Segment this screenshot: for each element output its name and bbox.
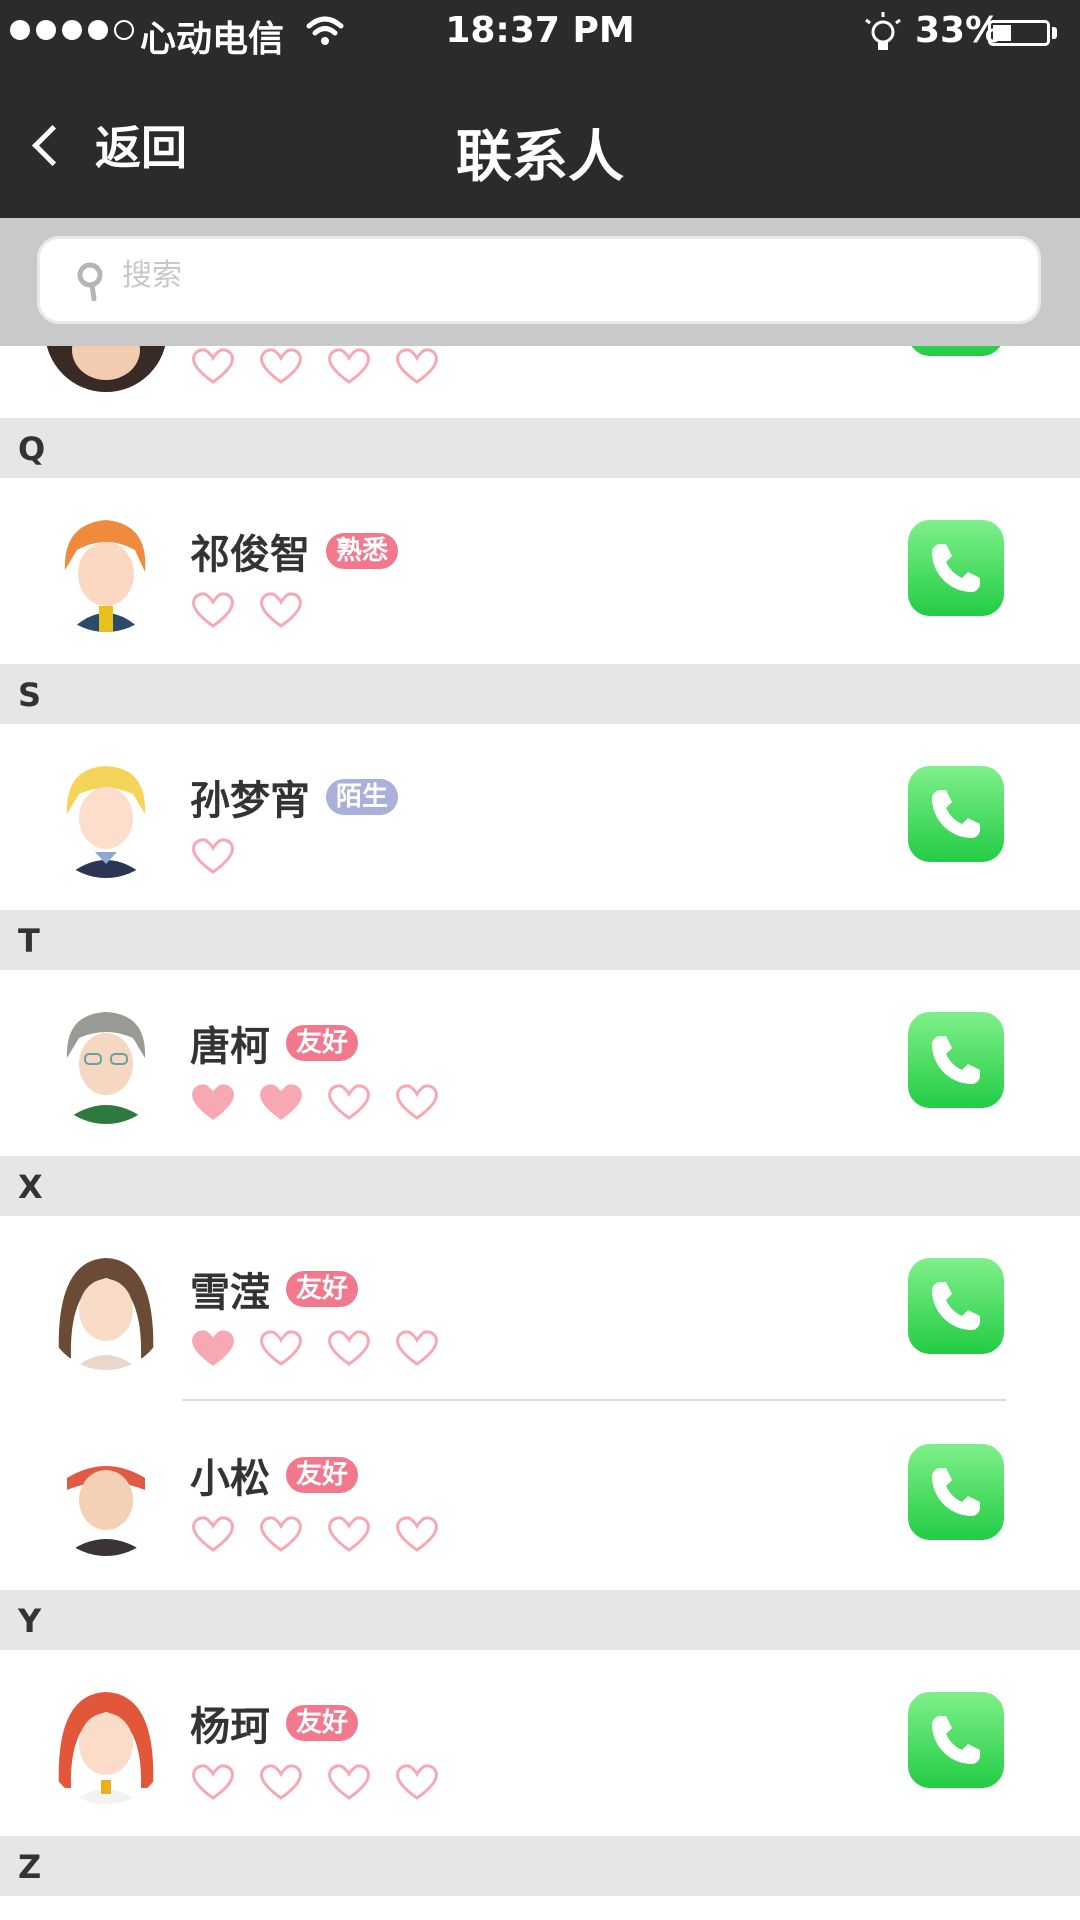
search-icon bbox=[77, 262, 103, 301]
contact-name-row: 雪滢 友好 bbox=[190, 1260, 359, 1318]
contact-name-row: 小松 友好 bbox=[190, 1446, 359, 1504]
contact-row[interactable]: 祁俊智 熟悉 bbox=[0, 478, 1080, 664]
heart-icon bbox=[328, 348, 370, 384]
row-divider bbox=[182, 1399, 1006, 1401]
heart-icon bbox=[328, 1330, 370, 1366]
contact-row[interactable]: 孙梦宵 陌生 bbox=[0, 724, 1080, 910]
contact-name: 祁俊智 bbox=[190, 532, 310, 578]
relation-badge: 友好 bbox=[286, 1705, 359, 1741]
heart-icon bbox=[396, 348, 438, 384]
contact-row[interactable] bbox=[0, 1896, 1080, 1920]
heart-filled-icon bbox=[192, 1084, 234, 1120]
call-button[interactable] bbox=[908, 1692, 1004, 1788]
relation-badge: 友好 bbox=[286, 1457, 359, 1493]
relation-badge: 友好 bbox=[286, 1025, 359, 1061]
section-header: Y bbox=[0, 1590, 1080, 1650]
search-bar[interactable] bbox=[37, 236, 1041, 324]
section-letter: S bbox=[18, 676, 42, 714]
heart-icon bbox=[396, 1516, 438, 1552]
call-button[interactable] bbox=[908, 1012, 1004, 1108]
contact-name-row: 杨珂 友好 bbox=[190, 1694, 359, 1752]
contact-row[interactable] bbox=[0, 346, 1080, 407]
phone-icon bbox=[932, 1716, 980, 1764]
call-button[interactable] bbox=[908, 1258, 1004, 1354]
section-letter: Y bbox=[18, 1602, 42, 1640]
affinity-hearts bbox=[190, 836, 236, 876]
affinity-hearts bbox=[190, 1514, 440, 1554]
contact-name: 孙梦宵 bbox=[190, 778, 310, 824]
avatar bbox=[45, 346, 167, 392]
section-letter: T bbox=[18, 922, 40, 960]
contact-name-row: 孙梦宵 陌生 bbox=[190, 768, 399, 826]
contact-list[interactable]: Q 祁俊智 熟悉 S 孙梦宵 陌生 T 唐柯 友好 X 雪滢 友好 小松 友好 … bbox=[0, 346, 1080, 1920]
heart-icon bbox=[192, 838, 234, 874]
relation-badge: 友好 bbox=[286, 1271, 359, 1307]
call-button[interactable] bbox=[908, 346, 1004, 356]
avatar bbox=[45, 1248, 167, 1370]
affinity-hearts bbox=[190, 346, 440, 386]
avatar bbox=[45, 1002, 167, 1124]
phone-icon bbox=[932, 1468, 980, 1516]
heart-icon bbox=[260, 1764, 302, 1800]
heart-icon bbox=[260, 348, 302, 384]
section-header: Z bbox=[0, 1836, 1080, 1896]
relation-badge: 熟悉 bbox=[326, 533, 399, 569]
contact-name-row: 祁俊智 熟悉 bbox=[190, 522, 399, 580]
phone-icon bbox=[932, 1036, 980, 1084]
heart-icon bbox=[328, 1516, 370, 1552]
phone-icon bbox=[932, 544, 980, 592]
section-header: Q bbox=[0, 418, 1080, 478]
search-area bbox=[0, 218, 1080, 346]
affinity-hearts bbox=[190, 1762, 440, 1802]
bulb-icon bbox=[865, 12, 901, 50]
contact-row[interactable]: 雪滢 友好 bbox=[0, 1216, 1080, 1402]
avatar bbox=[45, 1682, 167, 1804]
heart-icon bbox=[192, 592, 234, 628]
heart-filled-icon bbox=[260, 1084, 302, 1120]
contact-row[interactable]: 唐柯 友好 bbox=[0, 970, 1080, 1156]
heart-icon bbox=[260, 592, 302, 628]
section-header: S bbox=[0, 664, 1080, 724]
section-letter: Z bbox=[18, 1848, 42, 1886]
heart-icon bbox=[396, 1330, 438, 1366]
heart-filled-icon bbox=[192, 1330, 234, 1366]
contact-row[interactable]: 小松 友好 bbox=[0, 1402, 1080, 1590]
affinity-hearts bbox=[190, 590, 304, 630]
section-letter: Q bbox=[18, 430, 46, 468]
heart-icon bbox=[192, 1516, 234, 1552]
battery-icon bbox=[988, 20, 1050, 46]
avatar bbox=[45, 1434, 167, 1556]
contact-name: 小松 bbox=[190, 1456, 270, 1502]
contact-row[interactable]: 杨珂 友好 bbox=[0, 1650, 1080, 1836]
section-letter: X bbox=[18, 1168, 43, 1206]
status-bar: 心动电信 18:37 PM 33% bbox=[0, 0, 1080, 68]
avatar bbox=[45, 510, 167, 632]
heart-icon bbox=[396, 1084, 438, 1120]
app-header: 心动电信 18:37 PM 33% 返回 联系人 bbox=[0, 0, 1080, 218]
page-title: 联系人 bbox=[456, 125, 624, 190]
contact-name-row: 唐柯 友好 bbox=[190, 1014, 359, 1072]
heart-icon bbox=[396, 1764, 438, 1800]
section-header: T bbox=[0, 910, 1080, 970]
phone-icon bbox=[932, 1282, 980, 1330]
call-button[interactable] bbox=[908, 1444, 1004, 1540]
section-header: X bbox=[0, 1156, 1080, 1216]
call-button[interactable] bbox=[908, 766, 1004, 862]
heart-icon bbox=[328, 1764, 370, 1800]
heart-icon bbox=[192, 1764, 234, 1800]
contact-name: 唐柯 bbox=[190, 1024, 270, 1070]
heart-icon bbox=[192, 348, 234, 384]
avatar bbox=[45, 756, 167, 878]
contact-name: 杨珂 bbox=[190, 1704, 270, 1750]
heart-icon bbox=[260, 1516, 302, 1552]
contact-name: 雪滢 bbox=[190, 1270, 270, 1316]
heart-icon bbox=[260, 1330, 302, 1366]
phone-icon bbox=[932, 790, 980, 838]
heart-icon bbox=[328, 1084, 370, 1120]
relation-badge: 陌生 bbox=[326, 779, 399, 815]
affinity-hearts bbox=[190, 1082, 440, 1122]
affinity-hearts bbox=[190, 1328, 440, 1368]
call-button[interactable] bbox=[908, 520, 1004, 616]
search-input[interactable] bbox=[120, 257, 974, 294]
